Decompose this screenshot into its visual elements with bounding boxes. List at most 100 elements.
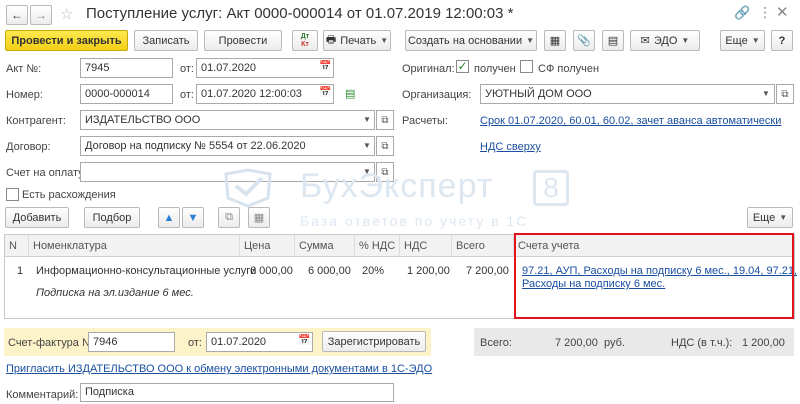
more-button[interactable]: Еще ▼ [720,30,765,51]
post-button[interactable]: Провести [204,30,282,51]
row-vat: 1 200,00 [407,265,450,277]
back-button[interactable]: ← [6,5,28,25]
contract-input[interactable]: Договор на подписку № 5554 от 22.06.2020 [80,136,375,156]
org-input[interactable]: УЮТНЫЙ ДОМ ООО [480,84,775,104]
printer-icon: 🖶 [325,34,337,46]
attach-button[interactable]: 📎 [573,30,595,51]
calendar-icon[interactable]: 📅 [319,61,331,72]
act-date-input[interactable]: 01.07.2020 [196,58,334,78]
vat-incl-label: НДС (в т.ч.): [671,337,733,349]
original-checkbox[interactable]: ✓ [456,60,469,73]
calendar-icon[interactable]: 📅 [319,87,331,98]
register-button[interactable]: Зарегистрировать [322,331,426,352]
number-date-label: от: [180,89,194,101]
contract-label: Договор: [6,141,51,153]
menu-dots-icon[interactable]: ⋮ [758,4,772,21]
number-date-input[interactable]: 01.07.2020 12:00:03 [196,84,334,104]
act-date-label: от: [180,63,194,75]
comment-input[interactable]: Подписка [80,383,394,402]
sf-date-input[interactable]: 01.07.2020 [206,332,313,352]
select-button[interactable]: Подбор [84,207,140,228]
move-up-button[interactable]: ▲ [158,207,180,228]
sf-date-label: от: [188,337,202,349]
row-vat-rate: 20% [362,265,385,277]
col-price[interactable]: Цена [240,235,295,257]
create-based-button[interactable]: Создать на основании ▼ [405,30,537,51]
invite-edo-link[interactable]: Пригласить ИЗДАТЕЛЬСТВО ООО к обмену эле… [6,363,432,375]
report-button[interactable]: ▤ [602,30,624,51]
original-checkbox-label: получен [474,63,516,75]
watermark-tagline: База ответов по учету в 1С [300,213,529,229]
watermark-logo-icon [222,168,274,208]
sf-number-input[interactable]: 7946 [88,332,175,352]
col-vat[interactable]: НДС [400,235,452,257]
save-button[interactable]: Записать [134,30,198,51]
structure-button[interactable]: ▦ [544,30,566,51]
col-n[interactable]: N [5,235,29,257]
discrepancy-label: Есть расхождения [22,189,116,201]
forward-button[interactable]: → [30,5,52,25]
paperclip-icon: 📎 [577,35,591,47]
arrow-up-icon: ▲ [163,211,175,224]
chevron-down-icon: ▼ [526,36,535,45]
sf-received-label: СФ получен [538,63,600,75]
close-icon[interactable]: ✕ [776,3,789,21]
accounts-highlight-frame [514,233,794,319]
org-open-button[interactable]: ⧉ [776,84,794,104]
number-label: Номер: [6,89,43,101]
calendar-icon[interactable]: 📅 [298,335,310,346]
contract-open-button[interactable]: ⧉ [376,136,394,156]
counterparty-dropdown-icon[interactable]: ▼ [363,115,371,124]
total-value: 7 200,00 [555,337,598,349]
window-title: Поступление услуг: Акт 0000-000014 от 01… [86,5,514,22]
sf-label: Счет-фактура №: [8,337,97,349]
help-button[interactable]: ? [771,30,793,51]
row-price: 6 000,00 [250,265,293,277]
link-icon[interactable]: 🔗 [734,5,750,21]
col-total[interactable]: Всего [452,235,514,257]
favorite-star-icon[interactable]: ☆ [60,5,73,23]
table-more-button[interactable]: Еще ▼ [747,207,793,228]
org-dropdown-icon[interactable]: ▼ [762,89,770,98]
act-no-label: Акт №: [6,63,42,75]
chevron-down-icon: ▼ [380,36,389,45]
counterparty-open-button[interactable]: ⧉ [376,110,394,130]
dt-kt-button[interactable]: Дт Кт [292,30,318,51]
row-n: 1 [17,265,24,277]
move-down-button[interactable]: ▼ [182,207,204,228]
col-nomenclature[interactable]: Номенклатура [29,235,240,257]
table-grid-button[interactable]: ▦ [248,207,270,228]
counterparty-input[interactable]: ИЗДАТЕЛЬСТВО ООО [80,110,375,130]
chevron-down-icon: ▼ [779,213,788,222]
vat-incl-value: 1 200,00 [742,337,785,349]
add-button[interactable]: Добавить [5,207,69,228]
original-label: Оригинал: [402,63,455,75]
grid-icon: ▦ [253,212,265,224]
org-label: Организация: [402,89,472,101]
settlements-link[interactable]: Срок 01.07.2020, 60.01, 60.02, зачет ава… [480,115,781,127]
row-content: Подписка на эл.издание 6 мес. [36,287,194,299]
counterparty-label: Контрагент: [6,115,66,127]
copy-button[interactable]: ⧉ [218,207,240,228]
print-button[interactable]: 🖶 Печать ▼ [323,30,391,51]
post-close-button[interactable]: Провести и закрыть [5,30,128,51]
edo-button[interactable]: ✉ ЭДО ▼ [630,30,700,51]
copy-icon: ⧉ [225,211,233,223]
row-sum: 6 000,00 [308,265,351,277]
sf-received-checkbox[interactable] [520,60,533,73]
post-status-icon[interactable]: ▤ [345,87,355,100]
col-sum[interactable]: Сумма [295,235,355,257]
total-label: Всего: [480,337,512,349]
vat-link[interactable]: НДС сверху [480,141,541,153]
discrepancy-checkbox[interactable] [6,188,19,201]
act-no-input[interactable]: 7945 [80,58,173,78]
contract-dropdown-icon[interactable]: ▼ [363,141,371,150]
col-vat-rate[interactable]: % НДС [355,235,400,257]
chevron-down-icon: ▼ [751,36,760,45]
settlements-label: Расчеты: [402,115,448,127]
number-input[interactable]: 0000-000014 [80,84,173,104]
row-total: 7 200,00 [466,265,509,277]
arrow-down-icon: ▼ [187,211,199,224]
watermark-brand: БухЭксперт [300,167,494,205]
structure-icon: ▦ [549,35,561,47]
